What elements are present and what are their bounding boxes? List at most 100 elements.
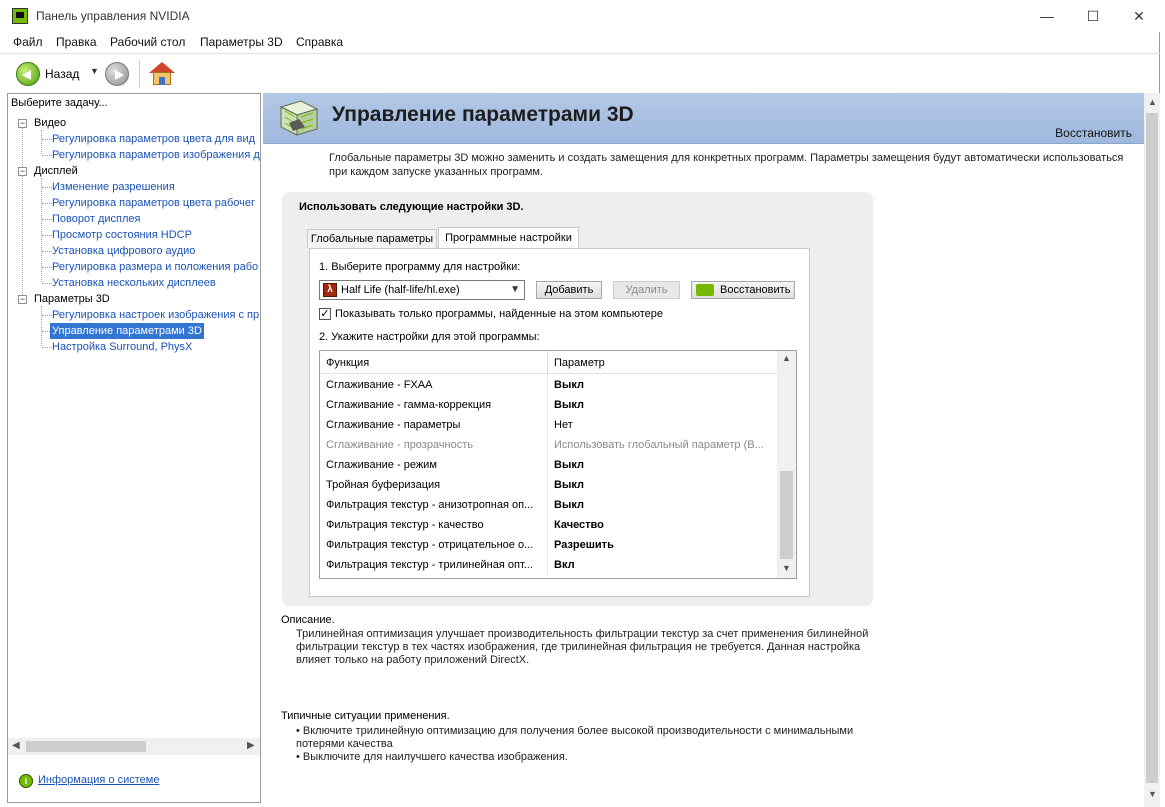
tree-item-hdcp-status[interactable]: Просмотр состояния HDCP bbox=[52, 227, 192, 243]
scroll-left-icon[interactable]: ◀ bbox=[12, 740, 20, 751]
menu-file[interactable]: Файл bbox=[13, 35, 43, 49]
forward-arrow-icon[interactable] bbox=[105, 62, 129, 86]
tab-global-settings[interactable]: Глобальные параметры bbox=[307, 229, 437, 248]
menu-desktop[interactable]: Рабочий стол bbox=[110, 35, 185, 49]
grid-cell-setting[interactable]: Качество bbox=[554, 519, 604, 531]
typical-usage-item: • Включите трилинейную оптимизацию для п… bbox=[296, 725, 854, 750]
tree-item-video-image[interactable]: Регулировка параметров изображения д bbox=[52, 147, 260, 163]
title-bar: Панель управления NVIDIA — ☐ ✕ bbox=[0, 0, 1160, 32]
menu-help[interactable]: Справка bbox=[296, 35, 343, 49]
grid-row[interactable]: Тройная буферизация Выкл bbox=[320, 475, 777, 495]
show-found-programs-checkbox[interactable]: ✓ bbox=[319, 308, 331, 320]
grid-cell-setting[interactable]: Выкл bbox=[554, 379, 584, 391]
grid-cell-function: Сглаживание - FXAA bbox=[326, 379, 433, 391]
nvidia-logo-icon bbox=[696, 284, 714, 296]
task-tree-horizontal-scrollbar[interactable]: ◀ ▶ bbox=[8, 738, 260, 755]
close-button[interactable]: ✕ bbox=[1116, 0, 1162, 32]
scrollbar-thumb[interactable] bbox=[26, 741, 146, 752]
settings-grid-scrollbar[interactable]: ▲ ▼ bbox=[777, 351, 796, 578]
scroll-up-icon[interactable]: ▲ bbox=[782, 353, 791, 363]
system-information-label[interactable]: Информация о системе bbox=[38, 774, 159, 786]
home-icon[interactable] bbox=[149, 62, 175, 86]
menu-edit[interactable]: Правка bbox=[56, 35, 97, 49]
grid-row[interactable]: Фильтрация текстур - трилинейная опт... В… bbox=[320, 555, 777, 575]
grid-cell-setting[interactable]: Вкл bbox=[554, 559, 575, 571]
tree-item-desktop-color[interactable]: Регулировка параметров цвета рабочег bbox=[52, 195, 255, 211]
3d-settings-cube-icon bbox=[279, 100, 319, 136]
grid-row[interactable]: Сглаживание - FXAA Выкл bbox=[320, 375, 777, 395]
back-history-dropdown-icon[interactable]: ▼ bbox=[90, 66, 99, 76]
scrollbar-thumb[interactable] bbox=[780, 471, 793, 559]
tree-item-surround-physx[interactable]: Настройка Surround, PhysX bbox=[52, 339, 192, 355]
select-program-label: 1. Выберите программу для настройки: bbox=[319, 261, 521, 273]
tree-item-manage-3d-settings[interactable]: Управление параметрами 3D bbox=[50, 323, 204, 339]
grid-header: Функция Параметр bbox=[320, 351, 777, 374]
typical-usage-item: • Выключите для наилучшего качества изоб… bbox=[296, 751, 568, 763]
toolbar: Назад ▼ bbox=[0, 53, 1160, 93]
maximize-button[interactable]: ☐ bbox=[1070, 0, 1116, 32]
grid-row[interactable]: Сглаживание - гамма-коррекция Выкл bbox=[320, 395, 777, 415]
grid-cell-setting[interactable]: Использовать глобальный параметр (В... bbox=[554, 439, 764, 451]
tree-item-rotate-display[interactable]: Поворот дисплея bbox=[52, 211, 140, 227]
grid-row[interactable]: Сглаживание - режим Выкл bbox=[320, 455, 777, 475]
tree-category-display[interactable]: Дисплей bbox=[34, 163, 78, 179]
grid-row[interactable]: Фильтрация текстур - анизотропная оп... В… bbox=[320, 495, 777, 515]
grid-row[interactable]: Фильтрация текстур - отрицательное о... Р… bbox=[320, 535, 777, 555]
tree-item-image-settings-preview[interactable]: Регулировка настроек изображения с пр bbox=[52, 307, 259, 323]
grid-cell-function: Фильтрация текстур - анизотропная оп... bbox=[326, 499, 534, 511]
grid-header-function: Функция bbox=[326, 357, 370, 369]
collapse-video-icon[interactable]: − bbox=[18, 119, 27, 128]
back-arrow-icon[interactable] bbox=[16, 62, 40, 86]
nvidia-app-icon bbox=[12, 8, 28, 24]
menu-3d-settings[interactable]: Параметры 3D bbox=[200, 35, 283, 49]
grid-cell-function: Фильтрация текстур - качество bbox=[326, 519, 484, 531]
tree-category-video[interactable]: Видео bbox=[34, 115, 66, 131]
grid-header-setting: Параметр bbox=[554, 357, 605, 369]
restore-program-label: Восстановить bbox=[720, 284, 791, 296]
page-title: Управление параметрами 3D bbox=[332, 103, 634, 126]
menu-bar: Файл Правка Рабочий стол Параметры 3D Сп… bbox=[0, 32, 1160, 52]
program-settings-label: 2. Укажите настройки для этой программы: bbox=[319, 331, 540, 343]
half-life-lambda-icon: λ bbox=[323, 283, 337, 297]
tree-item-desktop-size[interactable]: Регулировка размера и положения рабо bbox=[52, 259, 258, 275]
grid-cell-function: Фильтрация текстур - трилинейная опт... bbox=[326, 559, 533, 571]
show-found-programs-label[interactable]: Показывать только программы, найденные н… bbox=[335, 308, 663, 320]
collapse-display-icon[interactable]: − bbox=[18, 167, 27, 176]
scroll-down-icon[interactable]: ▼ bbox=[782, 563, 791, 573]
remove-program-button[interactable]: Удалить bbox=[613, 281, 680, 299]
grid-cell-setting[interactable]: Нет bbox=[554, 419, 573, 431]
grid-row[interactable]: Фильтрация текстур - качество Качество bbox=[320, 515, 777, 535]
collapse-3d-icon[interactable]: − bbox=[18, 295, 27, 304]
grid-cell-setting[interactable]: Выкл bbox=[554, 479, 584, 491]
system-information-link[interactable]: i Информация о системе bbox=[19, 774, 159, 788]
add-program-button[interactable]: Добавить bbox=[536, 281, 602, 299]
scroll-down-icon[interactable]: ▼ bbox=[1148, 789, 1157, 799]
grid-cell-setting[interactable]: Выкл bbox=[554, 499, 584, 511]
back-button-label[interactable]: Назад bbox=[45, 67, 79, 81]
tab-program-settings[interactable]: Программные настройки bbox=[438, 227, 579, 249]
tree-item-video-color[interactable]: Регулировка параметров цвета для вид bbox=[52, 131, 255, 147]
grid-row[interactable]: Сглаживание - параметры Нет bbox=[320, 415, 777, 435]
tree-item-digital-audio[interactable]: Установка цифрового аудио bbox=[52, 243, 195, 259]
grid-cell-setting[interactable]: Выкл bbox=[554, 459, 584, 471]
program-settings-panel: 1. Выберите программу для настройки: λ H… bbox=[309, 248, 810, 597]
tree-item-multiple-displays[interactable]: Установка нескольких дисплеев bbox=[52, 275, 216, 291]
description-text: Трилинейная оптимизация улучшает произво… bbox=[296, 628, 869, 666]
tree-item-change-resolution[interactable]: Изменение разрешения bbox=[52, 179, 175, 195]
program-select[interactable]: λ Half Life (half-life/hl.exe) ▼ bbox=[319, 280, 525, 300]
tree-category-3d-settings[interactable]: Параметры 3D bbox=[34, 291, 110, 307]
chevron-down-icon[interactable]: ▼ bbox=[510, 284, 520, 295]
minimize-button[interactable]: — bbox=[1024, 0, 1070, 32]
grid-row[interactable]: Сглаживание - прозрачность Использовать г… bbox=[320, 435, 777, 455]
grid-cell-setting[interactable]: Выкл bbox=[554, 399, 584, 411]
scroll-up-icon[interactable]: ▲ bbox=[1148, 97, 1157, 107]
scrollbar-thumb[interactable] bbox=[1146, 113, 1158, 783]
content-vertical-scrollbar[interactable]: ▲ ▼ bbox=[1144, 93, 1160, 807]
program-select-value: Half Life (half-life/hl.exe) bbox=[341, 284, 460, 296]
restore-defaults-link[interactable]: Восстановить bbox=[1055, 126, 1132, 140]
grid-cell-setting[interactable]: Разрешить bbox=[554, 539, 614, 551]
task-panel-title: Выберите задачу... bbox=[11, 97, 108, 109]
scroll-right-icon[interactable]: ▶ bbox=[247, 740, 255, 751]
restore-program-button[interactable]: Восстановить bbox=[691, 281, 795, 299]
toolbar-separator bbox=[139, 60, 140, 88]
